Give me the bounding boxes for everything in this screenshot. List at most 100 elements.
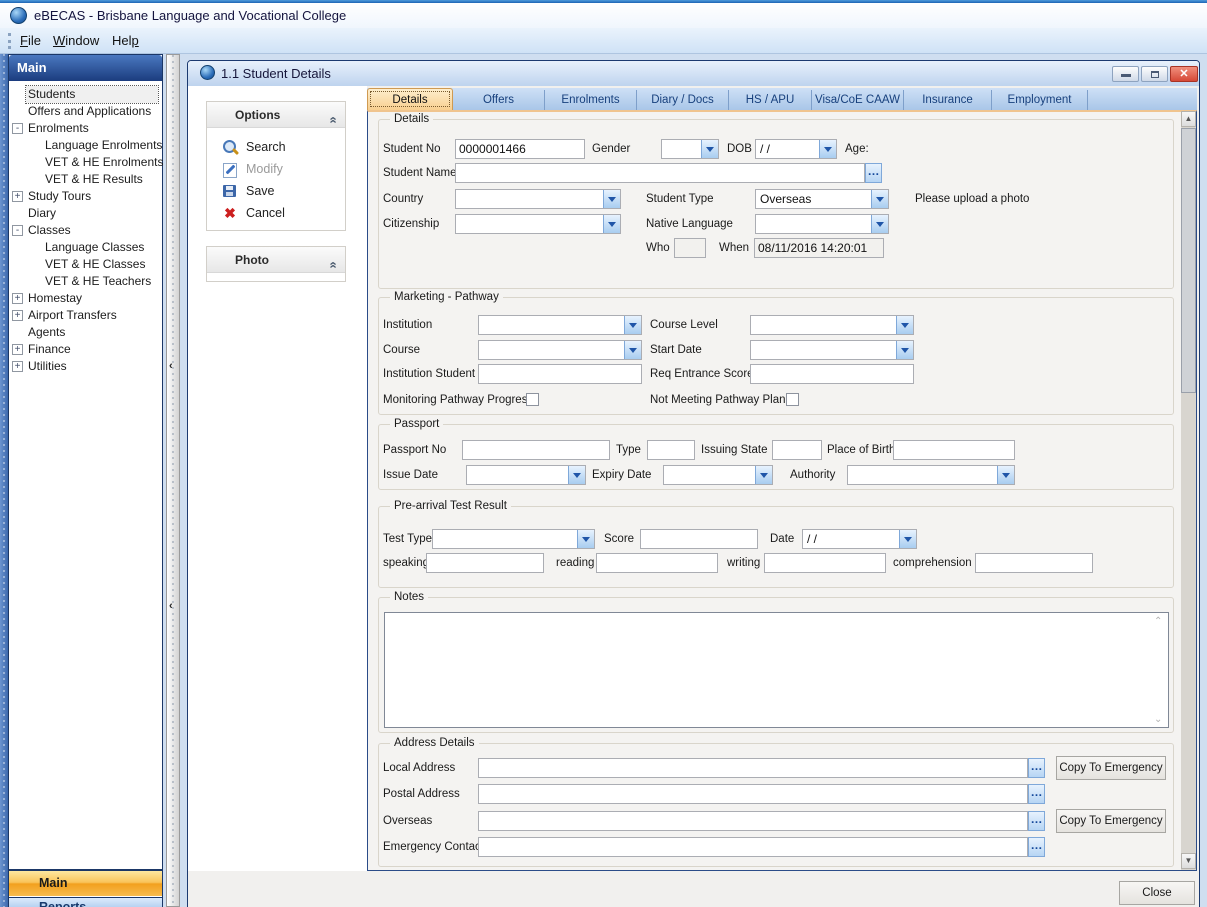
native-language-select[interactable] (755, 214, 889, 234)
sidebar-item-agents[interactable]: Agents (10, 324, 161, 341)
chevron-down-icon[interactable] (701, 140, 718, 158)
close-window-button[interactable]: ✕ (1170, 66, 1198, 82)
emergency-contact-field[interactable] (478, 837, 1028, 857)
collapse-icon[interactable]: - (12, 225, 23, 236)
notes-field[interactable] (384, 612, 1169, 728)
not-meeting-pathway-checkbox[interactable] (786, 393, 799, 406)
postal-address-field[interactable] (478, 784, 1028, 804)
chevron-down-icon[interactable] (624, 341, 641, 359)
restore-button[interactable] (1141, 66, 1168, 82)
test-date-select[interactable]: / / (802, 529, 917, 549)
expand-icon[interactable]: + (12, 310, 23, 321)
overseas-address-field[interactable] (478, 811, 1028, 831)
chevron-down-icon[interactable] (871, 190, 888, 208)
place-of-birth-field[interactable] (893, 440, 1015, 460)
req-entrance-score-field[interactable] (750, 364, 914, 384)
chevron-down-icon[interactable] (577, 530, 594, 548)
local-address-field[interactable] (478, 758, 1028, 778)
overseas-address-lookup-button[interactable]: … (1028, 811, 1045, 831)
sidebar-item-enrolments[interactable]: -Enrolments (10, 120, 161, 137)
splitter-collapse-icon[interactable]: ‹ (169, 360, 179, 372)
student-type-select[interactable]: Overseas (755, 189, 889, 209)
sidebar-item-language-classes[interactable]: Language Classes (10, 239, 161, 256)
chevron-down-icon[interactable] (755, 466, 772, 484)
sidebar-item-diary[interactable]: Diary (10, 205, 161, 222)
collapse-chevron-icon[interactable]: « (320, 261, 346, 268)
comprehension-field[interactable] (975, 553, 1093, 573)
sidebar-item-vet-he-results[interactable]: VET & HE Results (10, 171, 161, 188)
score-field[interactable] (640, 529, 758, 549)
writing-field[interactable] (764, 553, 886, 573)
sidebar-splitter[interactable] (166, 54, 180, 907)
tab-insurance[interactable]: Insurance (904, 90, 992, 110)
close-button[interactable]: Close (1119, 881, 1195, 905)
copy-local-to-emergency-button[interactable]: Copy To Emergency (1056, 756, 1166, 780)
citizenship-select[interactable] (455, 214, 621, 234)
reading-field[interactable] (596, 553, 718, 573)
expand-icon[interactable]: + (12, 344, 23, 355)
authority-select[interactable] (847, 465, 1015, 485)
emergency-contact-lookup-button[interactable]: … (1028, 837, 1045, 857)
scrollbar-thumb[interactable] (1181, 128, 1196, 393)
copy-overseas-to-emergency-button[interactable]: Copy To Emergency (1056, 809, 1166, 833)
menu-help[interactable]: Help (112, 28, 139, 54)
chevron-down-icon[interactable] (997, 466, 1014, 484)
sidebar-item-students[interactable]: Students (10, 86, 161, 103)
tab-details[interactable]: Details (367, 88, 453, 110)
sidebar-item-utilities[interactable]: +Utilities (10, 358, 161, 375)
institution-student-id-field[interactable] (478, 364, 642, 384)
sidebar-item-finance[interactable]: +Finance (10, 341, 161, 358)
expand-icon[interactable]: + (12, 293, 23, 304)
menu-file[interactable]: File (20, 28, 41, 54)
sidebar-item-classes[interactable]: -Classes (10, 222, 161, 239)
sidebar-item-vet-he-enrolments[interactable]: VET & HE Enrolments (10, 154, 161, 171)
gender-select[interactable] (661, 139, 719, 159)
sidebar-footer-reports[interactable]: Reports (9, 897, 162, 907)
sidebar-item-vet-he-teachers[interactable]: VET & HE Teachers (10, 273, 161, 290)
sidebar-item-study-tours[interactable]: +Study Tours (10, 188, 161, 205)
expand-icon[interactable]: + (12, 361, 23, 372)
issue-date-select[interactable] (466, 465, 586, 485)
country-select[interactable] (455, 189, 621, 209)
chevron-down-icon[interactable] (568, 466, 585, 484)
chevron-down-icon[interactable] (603, 215, 620, 233)
tab-offers[interactable]: Offers (453, 90, 545, 110)
tab-employment[interactable]: Employment (992, 90, 1088, 110)
scroll-down-icon[interactable]: ⌄ (1154, 714, 1166, 725)
scrollbar-up-button[interactable]: ▲ (1181, 111, 1196, 127)
expand-icon[interactable]: + (12, 191, 23, 202)
test-type-select[interactable] (432, 529, 595, 549)
postal-address-lookup-button[interactable]: … (1028, 784, 1045, 804)
local-address-lookup-button[interactable]: … (1028, 758, 1045, 778)
chevron-down-icon[interactable] (819, 140, 836, 158)
expiry-date-select[interactable] (663, 465, 773, 485)
tab-hs-apu[interactable]: HS / APU (729, 90, 812, 110)
menu-window[interactable]: Window (53, 28, 99, 54)
chevron-down-icon[interactable] (896, 341, 913, 359)
collapse-icon[interactable]: - (12, 123, 23, 134)
tab-visa-coe-caaw[interactable]: Visa/CoE CAAW (812, 90, 904, 110)
chevron-down-icon[interactable] (899, 530, 916, 548)
scrollbar-down-button[interactable]: ▼ (1181, 853, 1196, 869)
tab-diary-docs[interactable]: Diary / Docs (637, 90, 729, 110)
speaking-field[interactable] (426, 553, 544, 573)
sidebar-item-homestay[interactable]: +Homestay (10, 290, 161, 307)
sidebar-item-vet-he-classes[interactable]: VET & HE Classes (10, 256, 161, 273)
chevron-down-icon[interactable] (624, 316, 641, 334)
student-name-lookup-button[interactable]: … (865, 163, 882, 183)
chevron-down-icon[interactable] (603, 190, 620, 208)
tab-enrolments[interactable]: Enrolments (545, 90, 637, 110)
passport-type-field[interactable] (647, 440, 695, 460)
chevron-down-icon[interactable] (871, 215, 888, 233)
monitoring-pathway-checkbox[interactable] (526, 393, 539, 406)
minimize-button[interactable] (1112, 66, 1139, 82)
sidebar-item-language-enrolments[interactable]: Language Enrolments (10, 137, 161, 154)
sidebar-footer-main[interactable]: Main (9, 869, 162, 896)
dob-select[interactable]: / / (755, 139, 837, 159)
course-level-select[interactable] (750, 315, 914, 335)
chevron-down-icon[interactable] (896, 316, 913, 334)
student-name-field[interactable] (455, 163, 865, 183)
splitter-collapse-icon[interactable]: ‹ (169, 600, 179, 612)
institution-select[interactable] (478, 315, 642, 335)
sidebar-item-offers-and-applications[interactable]: Offers and Applications (10, 103, 161, 120)
